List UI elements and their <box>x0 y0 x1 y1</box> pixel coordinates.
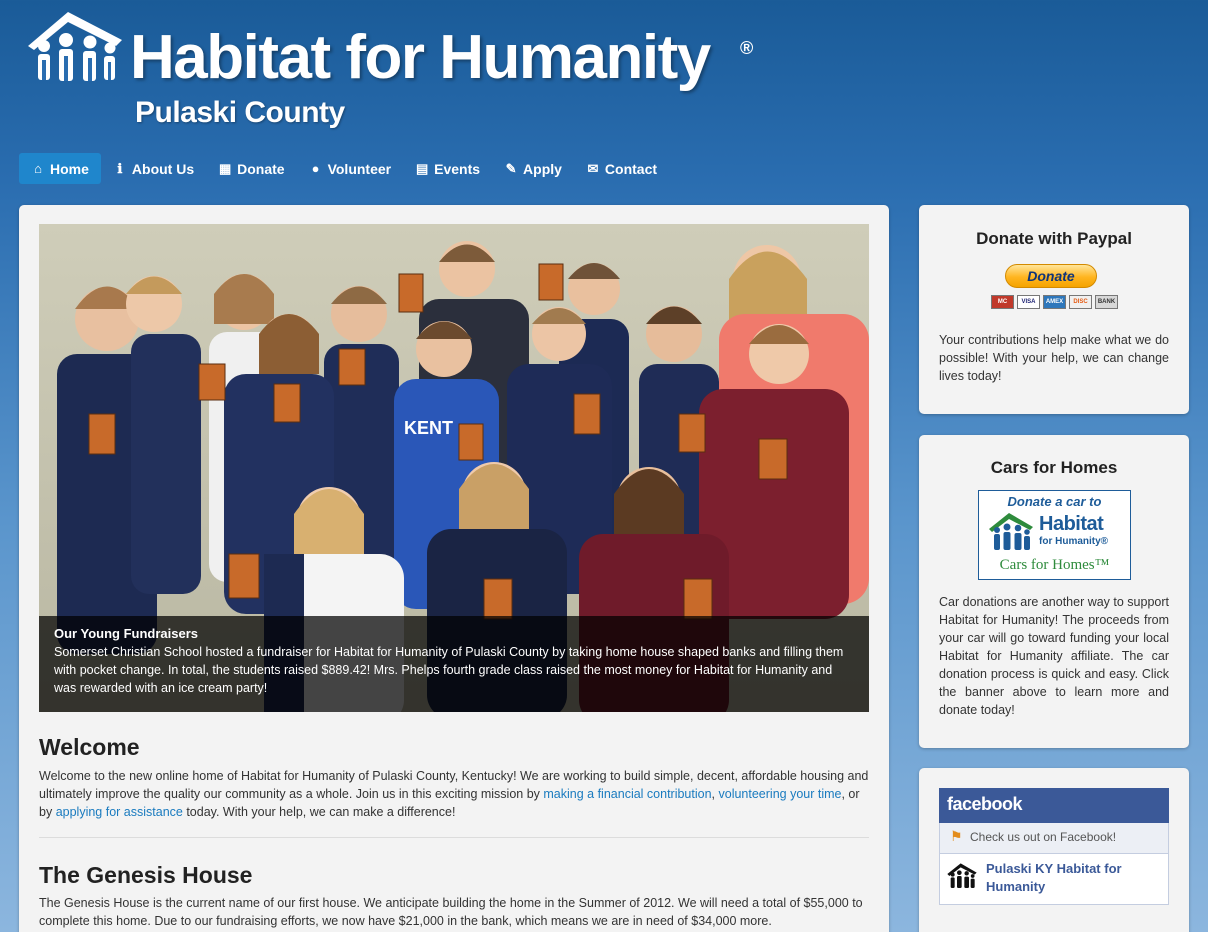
site-subtitle: Pulaski County <box>135 96 345 129</box>
info-icon: ℹ <box>117 160 123 176</box>
apply-link[interactable]: applying for assistance <box>56 805 183 819</box>
nav-item-apply[interactable]: ✎ Apply <box>492 153 574 184</box>
discover-icon: DISC <box>1069 295 1092 309</box>
nav-item-label: Donate <box>237 160 285 177</box>
nav-item-events[interactable]: ▤ Events <box>403 153 492 184</box>
nav-item-label: Events <box>434 160 481 177</box>
facebook-page-card[interactable]: Pulaski KY Habitat for Humanity <box>939 853 1169 905</box>
facebook-bar[interactable]: ⚑ Check us out on Facebook! <box>939 823 1169 853</box>
svg-text:KENT: KENT <box>404 418 453 438</box>
paypal-heading: Donate with Paypal <box>976 229 1132 248</box>
user-icon: ● <box>311 161 320 176</box>
home-icon: ⌂ <box>34 161 42 176</box>
facebook-header[interactable]: facebook <box>939 788 1169 823</box>
paypal-donate-button[interactable]: Donate <box>1005 264 1097 288</box>
hero-caption: Our Young Fundraisers Somerset Christian… <box>39 616 869 712</box>
nav-item-label: Apply <box>523 160 562 177</box>
envelope-icon: ✉ <box>587 160 599 176</box>
cars-widget: Cars for Homes Donate a car to Habitat f… <box>919 435 1189 748</box>
nav-item-volunteer[interactable]: ● Volunteer <box>297 153 404 184</box>
bank-icon: BANK <box>1095 295 1118 309</box>
banner-brand: Habitat <box>1039 513 1104 535</box>
calendar-icon: ▤ <box>415 160 429 176</box>
nav-item-contact[interactable]: ✉ Contact <box>574 153 669 184</box>
nav-item-donate[interactable]: ▦ Donate <box>206 153 296 184</box>
habitat-logo-icon[interactable] <box>20 10 130 90</box>
site-title[interactable]: Habitat for Humanity <box>130 22 711 93</box>
welcome-heading: Welcome <box>39 734 140 760</box>
caption-text: Somerset Christian School hosted a fundr… <box>54 645 844 695</box>
site-header: Habitat for Humanity ® Pulaski County ⌂ H… <box>0 0 1208 200</box>
payment-cards: MC VISA AMEX DISC BANK <box>991 295 1118 309</box>
banner-footer: Cars for Homes™ <box>999 557 1110 573</box>
gift-icon: ▦ <box>218 160 232 176</box>
volunteer-link[interactable]: volunteering your time <box>719 787 842 801</box>
genesis-text: The Genesis House is the current name of… <box>39 896 863 928</box>
banner-brand-sub: for Humanity® <box>1039 536 1109 547</box>
paypal-text: Your contributions help make what we do … <box>939 333 1169 383</box>
main-content: KENT Our Young Fundraisers Somerset Chri… <box>19 205 889 932</box>
main-nav: ⌂ Home ℹ About Us ▦ Donate ● Volunteer ▤ Events ✎ A… <box>19 153 669 184</box>
nav-item-about-us[interactable]: ℹ About Us <box>101 153 206 184</box>
welcome-text-part: today. With your help, we can make a dif… <box>182 805 456 819</box>
welcome-text-part: , <box>711 787 719 801</box>
habitat-logo-icon <box>947 863 977 888</box>
mastercard-icon: MC <box>991 295 1014 309</box>
facebook-bar-text: Check us out on Facebook! <box>970 830 1117 844</box>
paypal-widget: Donate with Paypal Donate MC VISA AMEX D… <box>919 205 1189 414</box>
visa-icon: VISA <box>1017 295 1040 309</box>
nav-item-label: Contact <box>604 160 658 177</box>
habitat-logo-icon <box>989 513 1033 550</box>
cars-text: Car donations are another way to support… <box>939 595 1169 717</box>
amex-icon: AMEX <box>1043 295 1066 309</box>
caption-title: Our Young Fundraisers <box>54 626 198 641</box>
flag-icon: ⚑ <box>950 828 963 844</box>
nav-item-label: Volunteer <box>327 160 392 177</box>
genesis-heading: The Genesis House <box>39 862 253 888</box>
cars-for-homes-banner[interactable]: Donate a car to Habitat for Humanity® Ca… <box>978 490 1131 580</box>
facebook-page-name[interactable]: Pulaski KY Habitat for Humanity <box>986 860 1156 896</box>
nav-item-home[interactable]: ⌂ Home <box>19 153 101 184</box>
nav-item-label: Home <box>50 160 89 177</box>
facebook-widget: facebook ⚑ Check us out on Facebook! Pul… <box>919 768 1189 932</box>
hero-slideshow[interactable]: KENT Our Young Fundraisers Somerset Chri… <box>39 224 869 712</box>
pencil-icon: ✎ <box>505 160 517 176</box>
welcome-text: Welcome to the new online home of Habita… <box>39 767 869 821</box>
section-divider <box>39 837 869 838</box>
financial-contribution-link[interactable]: making a financial contribution <box>543 787 711 801</box>
registered-mark: ® <box>740 38 754 58</box>
cars-heading: Cars for Homes <box>990 458 1118 477</box>
banner-tagline: Donate a car to <box>1007 494 1102 509</box>
nav-item-label: About Us <box>131 160 195 177</box>
